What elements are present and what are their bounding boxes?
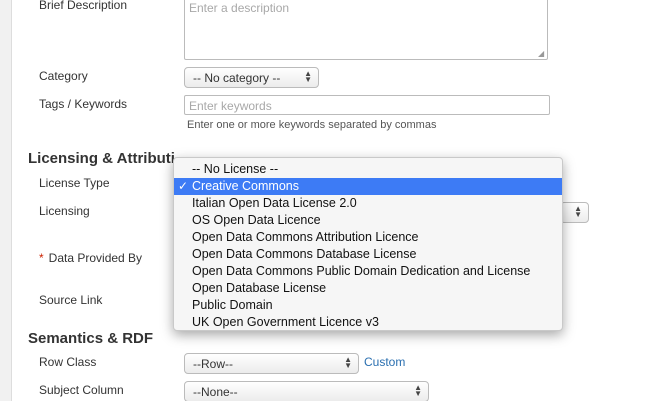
row-class-select-value: --Row-- [193, 357, 233, 371]
required-asterisk-icon: * [39, 251, 44, 265]
license-option-label: Open Database License [192, 281, 327, 295]
license-option[interactable]: UK Open Government Licence v3 [174, 314, 562, 331]
category-select-value: -- No category -- [193, 71, 281, 85]
source-link-label: Source Link [39, 293, 103, 307]
category-label: Category [39, 69, 88, 83]
license-option-label: Italian Open Data License 2.0 [192, 196, 357, 210]
licensing-section-title: Licensing & Attributi [28, 150, 175, 167]
license-option-label: Open Data Commons Database License [192, 247, 417, 261]
tags-keywords-placeholder: Enter keywords [189, 99, 272, 113]
left-rail [0, 0, 12, 401]
brief-description-textarea[interactable]: Enter a description ◢ [184, 0, 548, 60]
brief-description-placeholder: Enter a description [189, 1, 290, 15]
select-arrows-icon: ▲ ▼ [304, 69, 312, 84]
checkmark-icon: ✓ [178, 179, 189, 193]
select-arrows-icon: ▲ ▼ [414, 383, 422, 398]
tags-keywords-input[interactable]: Enter keywords [184, 95, 550, 115]
data-provided-by-label: * Data Provided By [39, 251, 142, 265]
license-type-dropdown[interactable]: -- No License -- ✓ Creative Commons Itali… [173, 157, 563, 331]
license-option[interactable]: Public Domain [174, 297, 562, 314]
license-option-label: OS Open Data Licence [192, 213, 321, 227]
select-arrows-icon: ▲ ▼ [574, 204, 582, 219]
licensing-label: Licensing [39, 204, 90, 218]
subject-column-label: Subject Column [39, 383, 124, 397]
license-option-label: Open Data Commons Public Domain Dedicati… [192, 264, 531, 278]
license-option[interactable]: Open Data Commons Attribution Licence [174, 229, 562, 246]
license-option-label: -- No License -- [192, 162, 279, 176]
license-option-label: Public Domain [192, 298, 273, 312]
custom-link[interactable]: Custom [364, 355, 405, 369]
license-option-selected[interactable]: ✓ Creative Commons [174, 178, 562, 195]
brief-description-label: Brief Description [39, 0, 128, 12]
tags-keywords-label: Tags / Keywords [39, 97, 128, 111]
subject-column-select[interactable]: --None-- ▲ ▼ [184, 381, 429, 401]
subject-column-select-value: --None-- [193, 385, 238, 399]
license-option[interactable]: -- No License -- [174, 161, 562, 178]
license-option-label: UK Open Government Licence v3 [192, 315, 379, 329]
row-class-label: Row Class [39, 355, 97, 369]
license-option[interactable]: Open Data Commons Public Domain Dedicati… [174, 263, 562, 280]
category-select[interactable]: -- No category -- ▲ ▼ [184, 67, 319, 88]
tags-hint: Enter one or more keywords separated by … [187, 119, 437, 131]
license-type-label: License Type [39, 176, 110, 190]
license-option-label: Creative Commons [192, 179, 299, 193]
license-option-label: Open Data Commons Attribution Licence [192, 230, 419, 244]
semantics-section-title: Semantics & RDF [28, 330, 154, 347]
license-option[interactable]: Open Database License [174, 280, 562, 297]
licensing-select[interactable]: ▲ ▼ [560, 202, 589, 223]
license-option[interactable]: OS Open Data Licence [174, 212, 562, 229]
resize-handle-icon[interactable]: ◢ [538, 50, 546, 58]
license-option[interactable]: Open Data Commons Database License [174, 246, 562, 263]
dataset-metadata-form: Brief Description Enter a description ◢ … [0, 0, 654, 401]
row-class-select[interactable]: --Row-- ▲ ▼ [184, 353, 359, 374]
license-option[interactable]: Italian Open Data License 2.0 [174, 195, 562, 212]
select-arrows-icon: ▲ ▼ [344, 355, 352, 370]
data-provided-by-text: Data Provided By [48, 251, 143, 265]
